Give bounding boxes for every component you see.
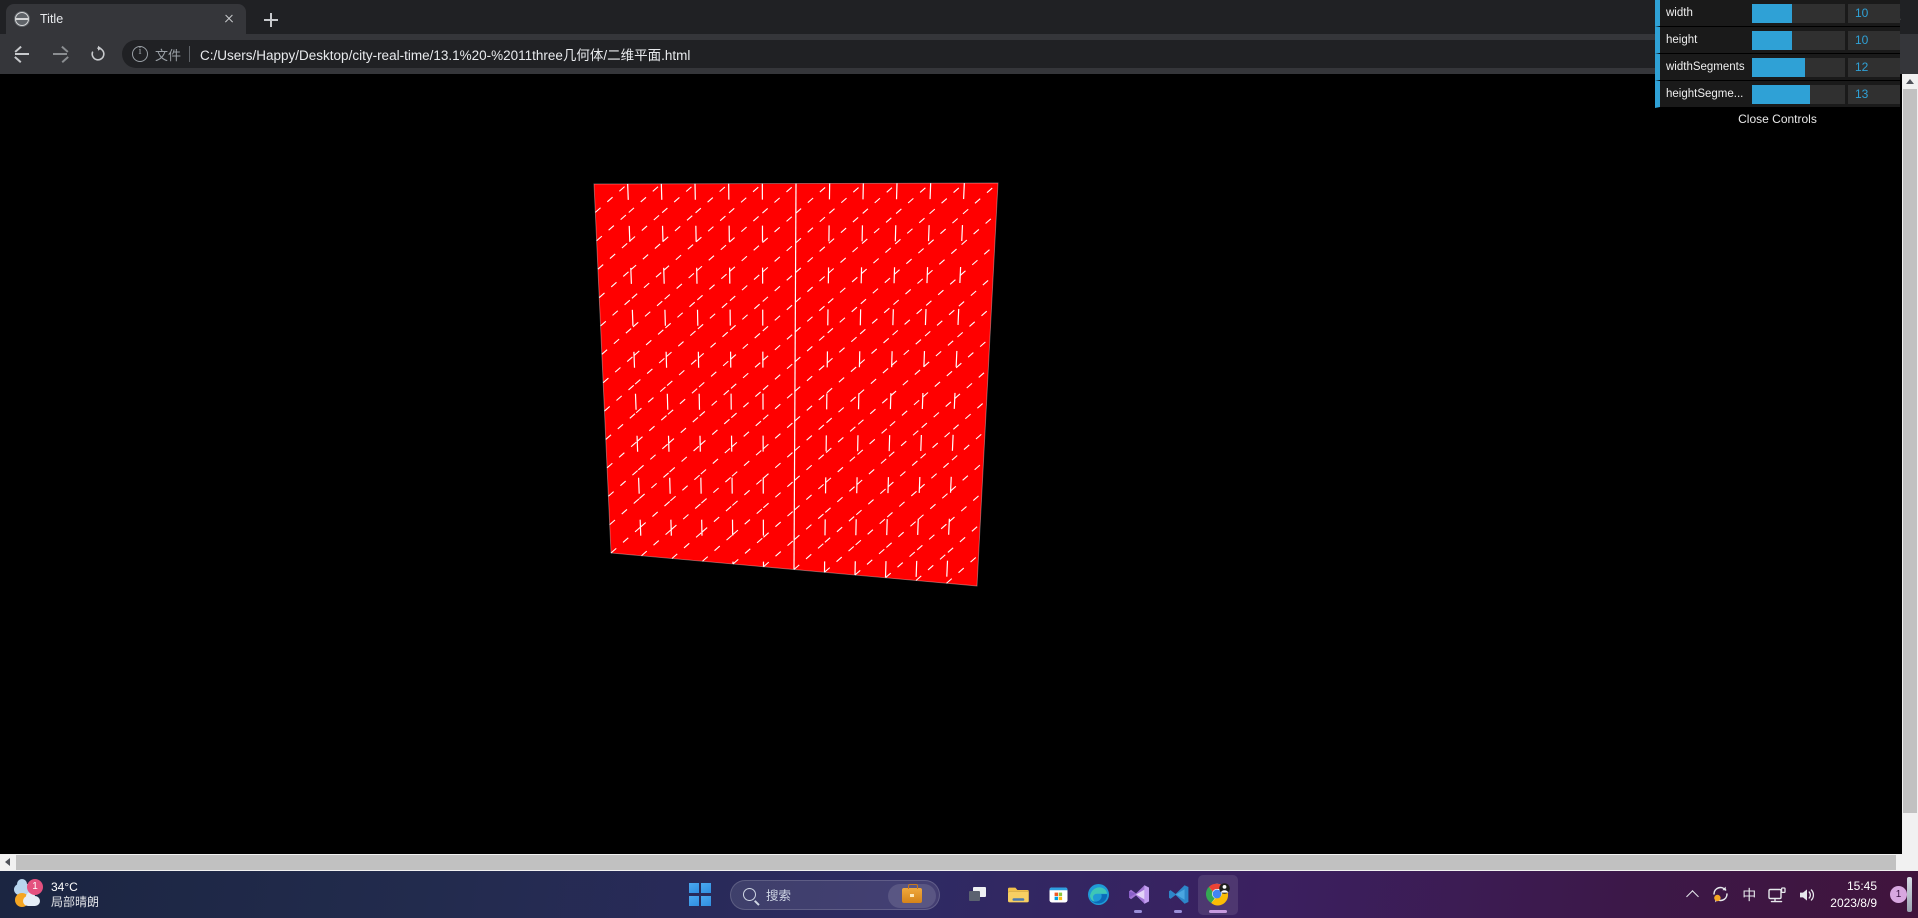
scroll-left-button[interactable] (0, 854, 16, 871)
search-pill[interactable] (888, 883, 936, 908)
app-running-indicator (1174, 909, 1182, 913)
vertical-scrollbar-thumb[interactable] (1903, 89, 1917, 813)
chrome-icon (1205, 882, 1230, 905)
tab-title: Title (40, 12, 64, 26)
close-controls-button[interactable]: Close Controls (1655, 108, 1900, 130)
gui-value[interactable]: 10 (1848, 3, 1900, 23)
reload-button[interactable] (82, 38, 114, 70)
network-icon (1768, 886, 1786, 902)
gui-row-height-segments[interactable]: heightSegme... 13 (1655, 81, 1900, 108)
gui-slider[interactable] (1752, 84, 1845, 104)
omnibox-scheme-label: 文件 (155, 47, 182, 63)
microsoft-store-button[interactable] (1038, 875, 1078, 915)
task-view-icon (969, 886, 986, 901)
vertical-scrollbar[interactable] (1902, 74, 1918, 871)
sync-status-button[interactable] (1705, 875, 1736, 915)
globe-icon (14, 11, 30, 27)
gui-value[interactable]: 13 (1848, 84, 1900, 104)
omnibox-url-text: C:/Users/Happy/Desktop/city-real-time/13… (200, 48, 691, 63)
file-explorer-button[interactable] (998, 875, 1038, 915)
screen: Title 文件 (0, 0, 1918, 918)
ime-label: 中 (1742, 886, 1757, 903)
gui-label: height (1666, 34, 1698, 46)
browser-tab[interactable]: Title (6, 4, 246, 34)
plane-geometry-mesh (593, 182, 999, 587)
weather-temperature: 34°C (51, 879, 78, 894)
clock-time: 15:45 (1846, 879, 1877, 894)
gui-slider-fill (1752, 57, 1805, 77)
tray-overflow-button[interactable] (1679, 875, 1705, 915)
gui-slider[interactable] (1752, 57, 1845, 77)
omnibox-divider (189, 46, 191, 62)
gui-slider-fill (1752, 84, 1810, 104)
horizontal-scrollbar-thumb[interactable] (16, 855, 1896, 870)
gui-slider[interactable] (1752, 30, 1845, 50)
horizontal-scrollbar[interactable] (0, 854, 1918, 871)
gui-label: heightSegme... (1666, 88, 1744, 100)
start-button[interactable] (680, 875, 720, 915)
folder-icon (1007, 887, 1029, 902)
scroll-up-button[interactable] (1902, 74, 1918, 89)
volume-button[interactable] (1792, 875, 1822, 915)
store-icon (1049, 887, 1067, 903)
chevron-up-icon (1685, 889, 1699, 903)
taskbar-center-group: 搜索 (680, 874, 1238, 915)
weather-badge: 1 (27, 878, 43, 895)
search-placeholder: 搜索 (766, 889, 792, 903)
reload-icon (91, 45, 105, 61)
info-circle-icon[interactable] (132, 45, 148, 62)
taskbar-clock[interactable]: 15:45 2023/8/9 (1822, 878, 1885, 910)
chrome-button[interactable] (1198, 874, 1238, 915)
forward-button[interactable] (44, 38, 76, 70)
weather-text: 34°C 局部晴朗 (51, 880, 99, 910)
edge-button[interactable] (1078, 875, 1118, 915)
close-icon[interactable] (220, 10, 238, 28)
threejs-canvas[interactable] (0, 74, 1902, 854)
weather-condition: 局部晴朗 (51, 894, 100, 909)
search-input[interactable]: 搜索 (730, 879, 940, 910)
task-view-button[interactable] (958, 875, 998, 915)
system-tray: 中 15:45 2023/8/9 1 (1679, 871, 1912, 918)
gui-row-width[interactable]: width 10 (1655, 0, 1900, 27)
weather-icon: 1 (14, 878, 44, 909)
dat-gui-panel: width 10 height 10 widthSegments 12 heig… (1655, 0, 1900, 130)
chrome-browser-window: Title 文件 (0, 0, 1918, 871)
sync-icon (1713, 886, 1729, 903)
taskbar-apps (958, 874, 1238, 915)
page-viewport (0, 74, 1918, 871)
gui-slider-fill (1752, 30, 1792, 50)
gui-label: width (1666, 7, 1693, 19)
gui-row-height[interactable]: height 10 (1655, 27, 1900, 54)
notification-badge: 1 (1890, 886, 1907, 903)
taskbar-edge-handle (1907, 877, 1912, 912)
vscode-button[interactable] (1158, 875, 1198, 915)
gui-label: widthSegments (1666, 61, 1745, 73)
tab-strip: Title (0, 0, 1918, 34)
speaker-icon (1800, 888, 1815, 901)
address-bar[interactable]: 文件 C:/Users/Happy/Desktop/city-real-time… (122, 40, 1724, 68)
windows-taskbar: 1 34°C 局部晴朗 搜索 中 15:45 2023/8/9 1 (0, 871, 1918, 918)
new-tab-button[interactable] (258, 7, 284, 33)
gui-slider[interactable] (1752, 3, 1845, 23)
visual-studio-button[interactable] (1118, 875, 1158, 915)
edge-icon (1087, 884, 1109, 905)
network-button[interactable] (1762, 875, 1792, 915)
browser-toolbar: 文件 C:/Users/Happy/Desktop/city-real-time… (0, 34, 1918, 74)
search-icon (743, 888, 756, 901)
windows-logo-icon (688, 883, 712, 906)
app-running-indicator (1134, 909, 1142, 913)
gui-slider-fill (1752, 3, 1792, 23)
ime-indicator[interactable]: 中 (1736, 875, 1762, 915)
app-active-indicator (1209, 909, 1227, 913)
gui-row-width-segments[interactable]: widthSegments 12 (1655, 54, 1900, 81)
back-button[interactable] (6, 38, 38, 70)
clock-date: 2023/8/9 (1830, 895, 1877, 910)
weather-widget[interactable]: 1 34°C 局部晴朗 (14, 878, 99, 910)
briefcase-icon (902, 884, 922, 903)
visual-studio-icon (1128, 885, 1149, 904)
vscode-icon (1168, 885, 1188, 904)
gui-value[interactable]: 10 (1848, 30, 1900, 50)
gui-value[interactable]: 12 (1848, 57, 1900, 77)
